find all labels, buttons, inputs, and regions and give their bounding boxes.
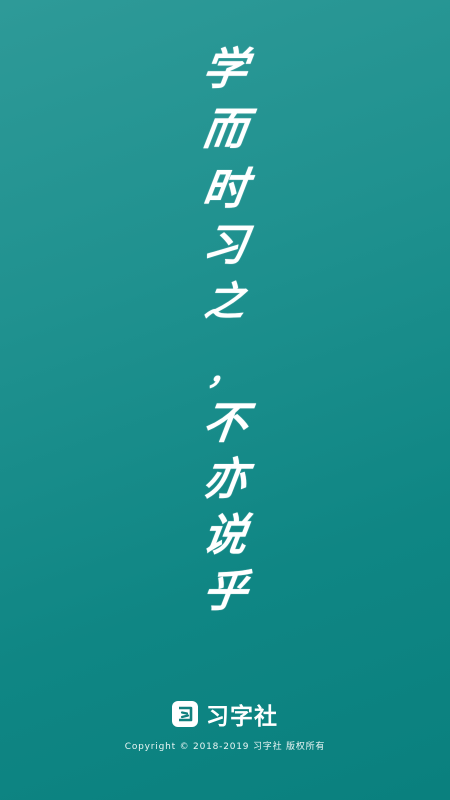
calligraphy-glyph: 之 — [201, 278, 249, 325]
calligraphy-glyph: 习 — [199, 220, 251, 271]
calligraphy-glyph: 说 — [199, 510, 251, 561]
brand-name: 习字社 — [206, 704, 278, 730]
calligraphy-glyph: 学 — [199, 44, 251, 95]
calligraphy-glyph: ， — [205, 353, 245, 393]
calligraphy-glyph: 乎 — [199, 566, 251, 617]
copyright-text: Copyright © 2018-2019 习字社 版权所有 — [124, 742, 326, 752]
calligraphy-glyph: 时 — [199, 164, 251, 215]
calligraphy-glyph: 而 — [199, 104, 251, 155]
brand-lockup: 习字社 — [0, 698, 450, 730]
brand-logo-icon — [172, 701, 198, 727]
calligraphy-glyph: 不 — [199, 398, 251, 449]
calligraphy-poem: 学 而 时 习 之 ， 不 亦 说 乎 — [190, 40, 260, 620]
splash-screen: 学 而 时 习 之 ， 不 亦 说 乎 习字社 Copyright © 2018… — [0, 0, 450, 800]
calligraphy-glyph: 亦 — [199, 454, 251, 505]
